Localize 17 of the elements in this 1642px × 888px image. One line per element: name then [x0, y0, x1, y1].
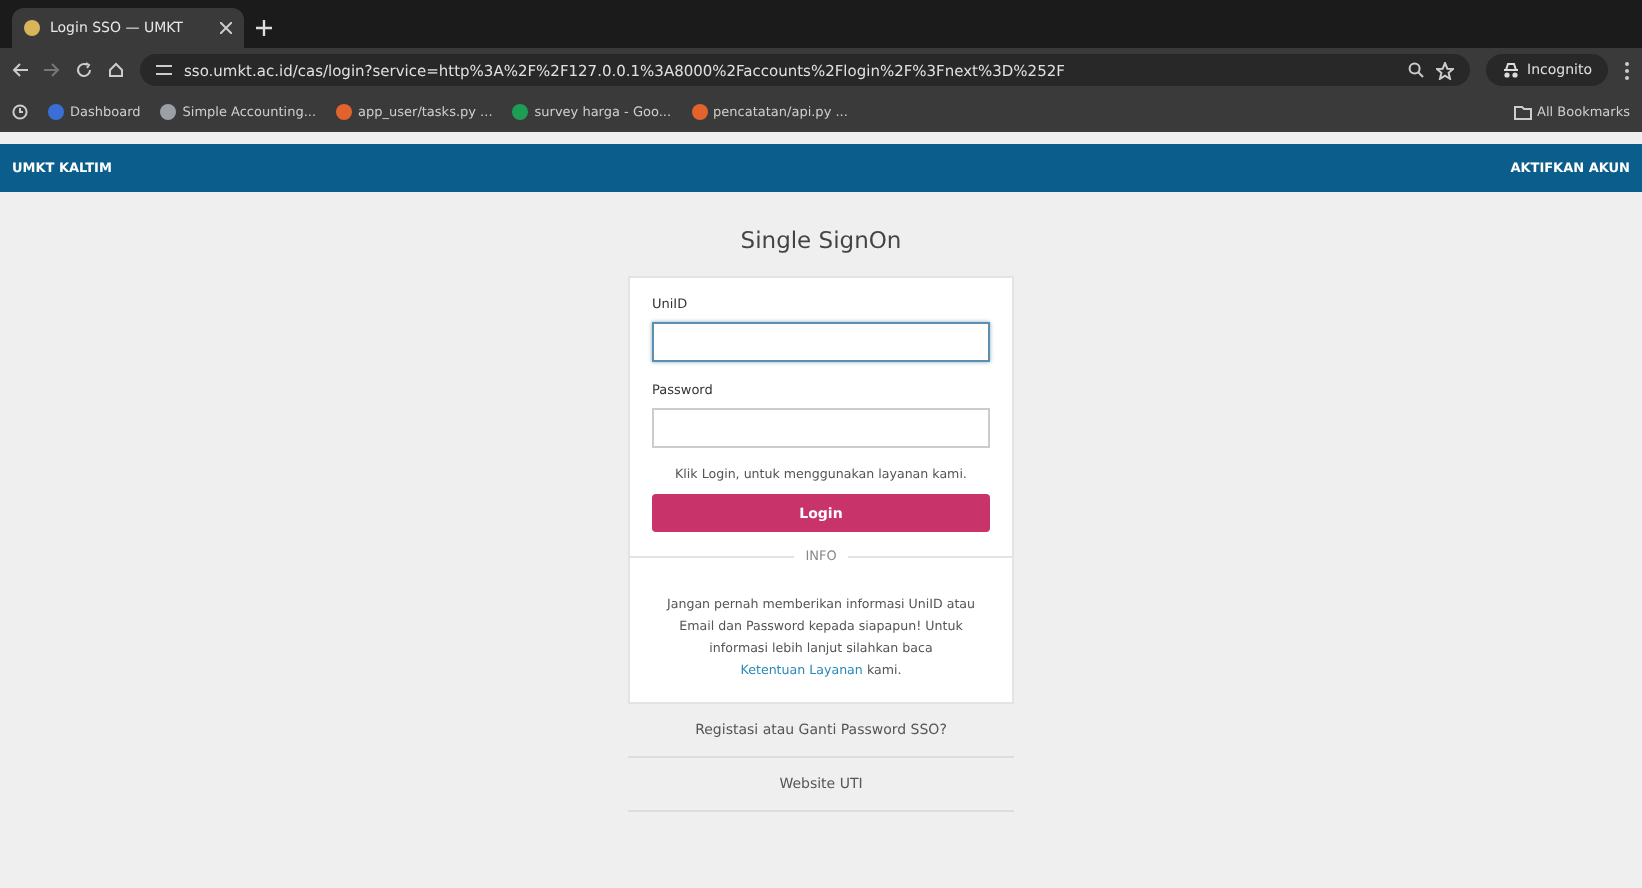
history-icon[interactable] — [12, 104, 28, 120]
forward-icon[interactable] — [44, 62, 60, 78]
back-icon[interactable] — [12, 62, 28, 78]
home-icon[interactable] — [108, 62, 124, 78]
site-settings-icon[interactable] — [156, 62, 172, 78]
reload-icon[interactable] — [76, 62, 92, 78]
input-field[interactable] — [652, 322, 990, 362]
menu-icon[interactable] — [1624, 61, 1630, 79]
input-field[interactable] — [652, 408, 990, 448]
site-icon — [24, 20, 40, 36]
zoom-icon[interactable] — [1407, 62, 1424, 78]
star-icon[interactable] — [1435, 61, 1454, 79]
new-tab-icon[interactable] — [256, 20, 272, 36]
incognito-icon — [1501, 62, 1520, 78]
page-title: Single SignOn — [740, 226, 902, 254]
close-icon[interactable] — [220, 22, 232, 34]
folder-icon — [1513, 105, 1532, 119]
